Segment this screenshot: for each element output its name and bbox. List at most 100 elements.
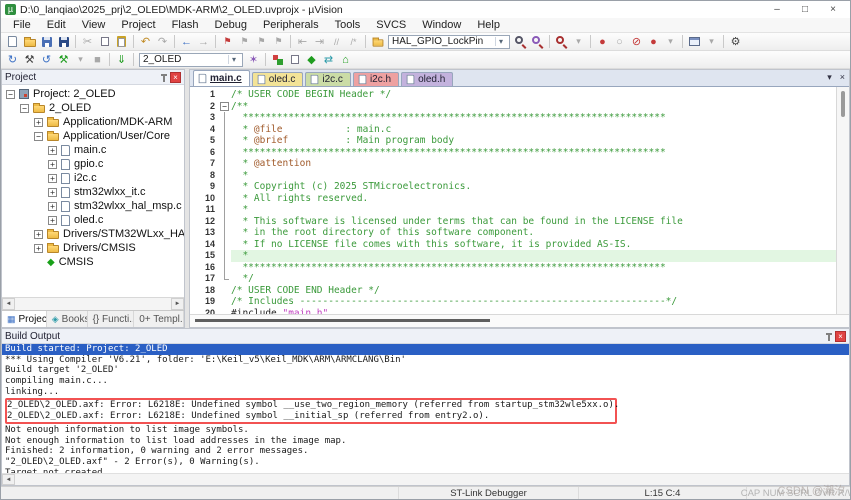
find-dropdown-icon[interactable]: ▾ — [570, 34, 587, 49]
refresh-sync-icon[interactable]: ⇄ — [320, 52, 337, 67]
project-panel-hscrollbar[interactable]: ◄ ► — [2, 297, 184, 310]
editor-tab-i2c-h[interactable]: i2c.h — [353, 72, 399, 86]
next-bookmark-icon[interactable]: ⚑ — [253, 34, 270, 49]
unindent-icon[interactable]: ⇤ — [294, 34, 311, 49]
tree-item[interactable]: +stm32wlxx_it.c — [2, 185, 184, 199]
navigate-back-icon[interactable]: ← — [178, 34, 195, 49]
toggle-bookmark-icon[interactable]: ⚑ — [219, 34, 236, 49]
expand-icon[interactable]: + — [48, 188, 57, 197]
editor-vscrollbar[interactable] — [836, 87, 849, 314]
project-tree[interactable]: −Project: 2_OLED−2_OLED+Application/MDK-… — [2, 85, 184, 297]
insert-breakpoint-icon[interactable]: ● — [594, 34, 611, 49]
window-layout-icon[interactable] — [686, 34, 703, 49]
expand-icon[interactable]: + — [48, 216, 57, 225]
uncomment-selection-icon[interactable]: /* — [345, 34, 362, 49]
save-icon[interactable] — [38, 34, 55, 49]
menu-help[interactable]: Help — [469, 19, 508, 31]
find-next-icon[interactable] — [529, 34, 546, 49]
restore-icon[interactable]: □ — [798, 4, 812, 15]
file-extensions-icon[interactable] — [269, 52, 286, 67]
close-panel-icon[interactable]: × — [835, 331, 846, 342]
expand-icon[interactable]: + — [48, 174, 57, 183]
hscroll-thumb[interactable] — [195, 319, 490, 322]
download-to-flash-icon[interactable]: ⇓ — [113, 52, 130, 67]
kill-breakpoint-icon[interactable]: ⊘ — [628, 34, 645, 49]
close-document-icon[interactable]: × — [840, 72, 845, 82]
menu-svcs[interactable]: SVCS — [368, 19, 414, 31]
tree-item[interactable]: −2_OLED — [2, 101, 184, 115]
tree-item[interactable]: ◆CMSIS — [2, 255, 184, 269]
panel-tab-project[interactable]: ▦Project — [2, 311, 47, 327]
editor-tab-oled-c[interactable]: oled.c — [252, 72, 304, 86]
scroll-right-icon[interactable]: ► — [171, 298, 184, 310]
tree-item[interactable]: +oled.c — [2, 213, 184, 227]
panel-tab-books[interactable]: ◈Books — [47, 311, 88, 327]
undo-icon[interactable]: ↶ — [137, 34, 154, 49]
expand-icon[interactable]: + — [48, 146, 57, 155]
redo-icon[interactable]: ↷ — [154, 34, 171, 49]
expand-icon[interactable]: + — [48, 202, 57, 211]
menu-window[interactable]: Window — [414, 19, 469, 31]
find-in-files-icon[interactable] — [369, 34, 386, 49]
panel-tab-templ[interactable]: 0+ Templ... — [134, 311, 184, 327]
pin-icon[interactable] — [163, 76, 165, 82]
pin-icon[interactable] — [828, 335, 830, 341]
panel-tab-functi[interactable]: {} Functi... — [88, 311, 135, 327]
batch-build-dropdown-icon[interactable]: ▾ — [72, 52, 89, 67]
copy-icon[interactable] — [96, 34, 113, 49]
breakpoint-dropdown-icon[interactable]: ▾ — [662, 34, 679, 49]
manage-rte-icon[interactable]: ◆ — [303, 52, 320, 67]
tree-item[interactable]: +stm32wlxx_hal_msp.c — [2, 199, 184, 213]
tab-list-dropdown-icon[interactable]: ▾ — [827, 72, 832, 83]
fold-margin[interactable]: − — [218, 101, 231, 113]
target-select[interactable]: 2_OLED ▾ — [139, 53, 243, 67]
pack-installer-icon[interactable]: ⌂ — [337, 52, 354, 67]
cut-icon[interactable]: ✂ — [79, 34, 96, 49]
target-dropdown-icon[interactable]: ▾ — [228, 55, 239, 64]
build-icon[interactable]: ⚒ — [21, 52, 38, 67]
vscroll-thumb[interactable] — [841, 91, 845, 117]
scroll-left-icon[interactable]: ◄ — [2, 474, 15, 485]
prev-bookmark-icon[interactable]: ⚑ — [236, 34, 253, 49]
search-input[interactable]: HAL_GPIO_LockPin — [392, 36, 492, 47]
close-panel-icon[interactable]: × — [170, 72, 181, 83]
tree-item[interactable]: +Application/MDK-ARM — [2, 115, 184, 129]
tree-item[interactable]: −Application/User/Core — [2, 129, 184, 143]
open-file-icon[interactable] — [21, 34, 38, 49]
collapse-icon[interactable]: − — [34, 132, 43, 141]
window-layout-dropdown-icon[interactable]: ▾ — [703, 34, 720, 49]
configuration-wrench-icon[interactable]: ⚙ — [727, 34, 744, 49]
tree-item[interactable]: +gpio.c — [2, 157, 184, 171]
rebuild-all-icon[interactable]: ↺ — [38, 52, 55, 67]
search-dropdown-icon[interactable]: ▾ — [495, 37, 506, 46]
save-all-icon[interactable] — [55, 34, 72, 49]
collapse-icon[interactable]: − — [20, 104, 29, 113]
tree-item[interactable]: +i2c.c — [2, 171, 184, 185]
editor-tab-main-c[interactable]: main.c — [193, 70, 250, 86]
menu-tools[interactable]: Tools — [327, 19, 369, 31]
menu-flash[interactable]: Flash — [164, 19, 207, 31]
close-icon[interactable]: × — [826, 4, 840, 15]
batch-build-icon[interactable]: ⚒ — [55, 52, 72, 67]
expand-icon[interactable]: + — [34, 244, 43, 253]
comment-selection-icon[interactable]: // — [328, 34, 345, 49]
find-in-files-dialog-icon[interactable] — [553, 34, 570, 49]
build-output-body[interactable]: Build started: Project: 2_OLED*** Using … — [2, 344, 849, 473]
editor-hscrollbar[interactable] — [190, 314, 849, 327]
scroll-left-icon[interactable]: ◄ — [2, 298, 15, 310]
menu-edit[interactable]: Edit — [39, 19, 74, 31]
options-for-target-wand-icon[interactable]: ✶ — [245, 52, 262, 67]
tree-item[interactable]: +Drivers/CMSIS — [2, 241, 184, 255]
fold-collapse-icon[interactable]: − — [220, 102, 229, 111]
tree-item[interactable]: +main.c — [2, 143, 184, 157]
minimize-icon[interactable]: – — [770, 4, 784, 15]
search-combobox[interactable]: HAL_GPIO_LockPin ▾ — [388, 35, 510, 49]
menu-peripherals[interactable]: Peripherals — [255, 19, 327, 31]
menu-debug[interactable]: Debug — [207, 19, 255, 31]
tree-item[interactable]: +Drivers/STM32WLxx_HAL_Driver — [2, 227, 184, 241]
scroll-track[interactable] — [15, 298, 171, 310]
disable-breakpoint-icon[interactable]: ○ — [611, 34, 628, 49]
editor-tab-oled-h[interactable]: oled.h — [401, 72, 453, 86]
menu-view[interactable]: View — [74, 19, 114, 31]
tree-item[interactable]: −Project: 2_OLED — [2, 87, 184, 101]
